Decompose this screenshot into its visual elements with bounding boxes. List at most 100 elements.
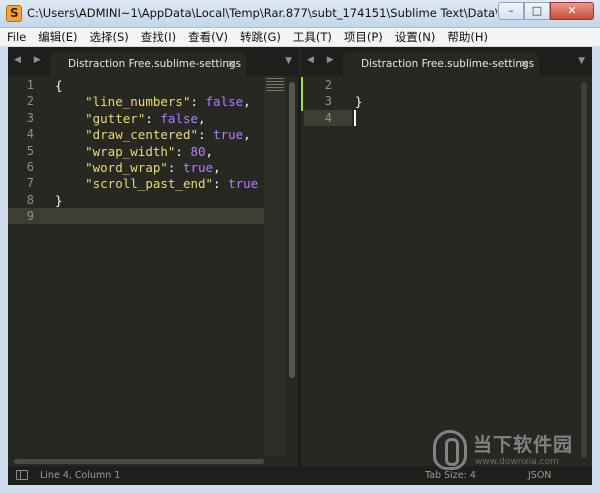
left-hscroll-thumb[interactable] bbox=[14, 459, 264, 464]
left-vertical-scrollbar[interactable] bbox=[288, 76, 296, 456]
left-horizontal-scrollbar[interactable] bbox=[8, 456, 286, 466]
menu-bar: File 编辑(E) 选择(S) 查找(I) 查看(V) 转跳(G) 工具(T) 项目(P) 设… bbox=[0, 28, 600, 47]
line-number: 2 bbox=[26, 94, 34, 109]
code-token: true bbox=[213, 127, 244, 143]
code-token: , bbox=[198, 110, 206, 126]
line-number: 7 bbox=[26, 176, 34, 191]
line-number: 3 bbox=[324, 94, 332, 109]
code-token: , bbox=[205, 143, 214, 159]
code-token: : bbox=[167, 160, 183, 175]
minimap-viewport[interactable] bbox=[266, 78, 284, 92]
menu-item-6[interactable]: 工具(T) bbox=[293, 29, 332, 45]
line-number: 3 bbox=[26, 110, 34, 125]
maximize-button[interactable]: □ bbox=[524, 2, 550, 20]
tab-distraction-free-left[interactable]: Distraction Free.sublime-settings × bbox=[50, 52, 246, 76]
current-line-highlight bbox=[8, 208, 264, 224]
menu-item-4[interactable]: 查看(V) bbox=[188, 29, 228, 45]
code-token: "draw_centered" bbox=[85, 127, 198, 143]
line-number: 1 bbox=[26, 78, 34, 92]
close-button[interactable]: ✕ bbox=[550, 2, 594, 20]
sublime-app-icon[interactable]: S bbox=[6, 5, 22, 22]
code-token: } bbox=[55, 192, 63, 208]
code-token: "word_wrap" bbox=[85, 160, 168, 175]
tab-distraction-free-right[interactable]: Distraction Free.sublime-settings × bbox=[343, 52, 539, 76]
code-token: , bbox=[213, 160, 221, 175]
panel-toggle-icon[interactable] bbox=[16, 470, 28, 480]
code-token: "gutter" bbox=[85, 110, 146, 126]
code-token: "scroll_past_end" bbox=[85, 176, 214, 192]
code-line: "gutter": false, bbox=[55, 110, 206, 126]
right-scroll-thumb[interactable] bbox=[581, 82, 587, 458]
line-number: 4 bbox=[26, 127, 34, 142]
code-token: "line_numbers" bbox=[85, 94, 191, 110]
line-number: 9 bbox=[26, 209, 34, 224]
tab-close-icon[interactable]: × bbox=[520, 57, 529, 70]
menu-item-5[interactable]: 转跳(G) bbox=[240, 29, 281, 45]
menu-item-0[interactable]: File bbox=[7, 30, 26, 44]
minimize-button[interactable]: – bbox=[498, 2, 524, 20]
line-number: 2 bbox=[324, 78, 332, 92]
code-line: } bbox=[55, 193, 63, 208]
right-vertical-scrollbar[interactable] bbox=[580, 76, 588, 466]
code-token: true bbox=[228, 176, 259, 192]
tab-label: Distraction Free.sublime-settings bbox=[361, 58, 535, 70]
window-title: C:\Users\ADMINI~1\AppData\Local\Temp\Rar… bbox=[27, 6, 497, 20]
line-number: 5 bbox=[26, 143, 34, 158]
line-number: 4 bbox=[324, 110, 332, 125]
right-tab-bar: ◀ ▶ Distraction Free.sublime-settings × … bbox=[301, 47, 592, 76]
cursor-position: Line 4, Column 1 bbox=[40, 470, 121, 481]
code-token: "wrap_width" bbox=[85, 143, 176, 159]
line-number: 8 bbox=[26, 192, 34, 207]
watermark-text: 当下软件园 bbox=[473, 434, 574, 456]
code-token: true bbox=[182, 160, 214, 175]
code-token: , bbox=[243, 94, 251, 110]
code-token: : bbox=[175, 143, 191, 159]
code-token: : bbox=[190, 94, 206, 110]
tab-dropdown-icon[interactable]: ▼ bbox=[285, 56, 292, 66]
code-token: 80 bbox=[190, 143, 206, 159]
window-controls: – □ ✕ bbox=[498, 2, 594, 20]
watermark: 当下软件园 www.downxia.com bbox=[433, 428, 593, 476]
code-token: } bbox=[355, 94, 363, 110]
code-line: "wrap_width": 80, bbox=[55, 144, 213, 159]
watermark-logo-icon bbox=[433, 430, 467, 470]
editor-area: ◀ ▶ Distraction Free.sublime-settings × … bbox=[8, 47, 592, 485]
menu-item-1[interactable]: 编辑(E) bbox=[38, 29, 77, 45]
menu-item-3[interactable]: 查找(I) bbox=[141, 29, 176, 45]
left-scroll-thumb[interactable] bbox=[289, 82, 295, 378]
code-line: } bbox=[355, 94, 363, 109]
code-token: , bbox=[243, 127, 251, 143]
code-line: "word_wrap": true, bbox=[55, 160, 221, 175]
line-number: 6 bbox=[26, 160, 34, 174]
minimap[interactable] bbox=[264, 76, 286, 456]
pane-divider[interactable] bbox=[298, 76, 301, 466]
code-token: { bbox=[55, 78, 63, 93]
code-token: : bbox=[145, 110, 161, 126]
watermark-url: www.downxia.com bbox=[475, 457, 559, 467]
code-token: : bbox=[198, 127, 214, 143]
tab-close-icon[interactable]: × bbox=[227, 57, 236, 70]
app-icon-letter: S bbox=[10, 6, 19, 20]
menu-item-2[interactable]: 选择(S) bbox=[90, 29, 129, 45]
code-line: "line_numbers": false, bbox=[55, 94, 251, 109]
code-token: : bbox=[213, 176, 229, 192]
code-token: false bbox=[160, 110, 199, 126]
tab-nav-arrows-icon[interactable]: ◀ ▶ bbox=[14, 55, 46, 65]
menu-item-8[interactable]: 设置(N) bbox=[395, 29, 436, 45]
menu-item-9[interactable]: 帮助(H) bbox=[447, 29, 488, 45]
left-tab-bar: ◀ ▶ Distraction Free.sublime-settings × … bbox=[8, 47, 299, 76]
code-token: false bbox=[205, 94, 244, 110]
text-cursor bbox=[354, 110, 356, 126]
tab-dropdown-icon[interactable]: ▼ bbox=[578, 56, 585, 66]
code-line: "scroll_past_end": true bbox=[55, 176, 258, 191]
tab-nav-arrows-icon[interactable]: ◀ ▶ bbox=[307, 55, 339, 65]
code-line: { bbox=[55, 78, 63, 93]
modified-line-marker bbox=[301, 77, 303, 111]
menu-item-7[interactable]: 项目(P) bbox=[344, 29, 383, 45]
